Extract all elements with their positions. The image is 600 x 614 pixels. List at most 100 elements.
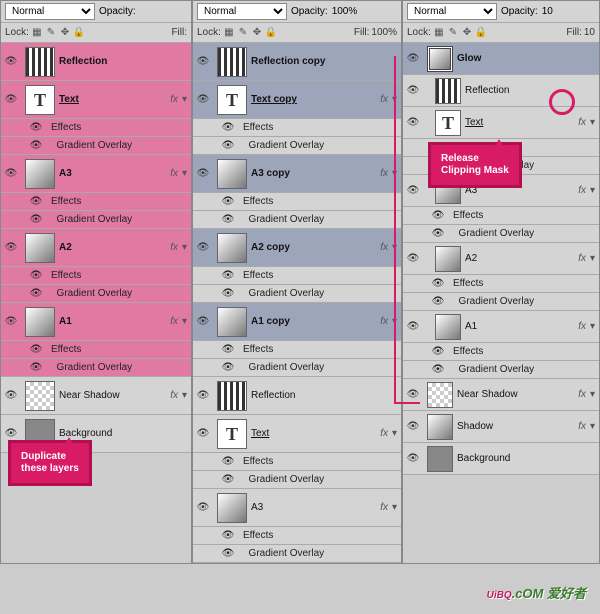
layer-row[interactable]: 👁Reflection copy bbox=[193, 43, 401, 81]
layer-thumbnail[interactable] bbox=[427, 414, 453, 440]
layer-name[interactable]: A2 bbox=[465, 253, 578, 264]
visibility-icon[interactable]: 👁 bbox=[221, 344, 235, 355]
fx-badge[interactable]: fx bbox=[578, 321, 586, 332]
layer-thumbnail[interactable] bbox=[435, 78, 461, 104]
visibility-icon[interactable]: 👁 bbox=[431, 228, 445, 239]
visibility-icon[interactable]: 👁 bbox=[193, 316, 213, 327]
fx-badge[interactable]: fx bbox=[170, 242, 178, 253]
visibility-icon[interactable]: 👁 bbox=[403, 85, 423, 96]
visibility-icon[interactable]: 👁 bbox=[29, 196, 43, 207]
layer-row[interactable]: 👁A1fx▾ bbox=[1, 303, 191, 341]
effect-item-row[interactable]: 👁 Gradient Overlay bbox=[193, 137, 401, 155]
fx-badge[interactable]: fx bbox=[380, 94, 388, 105]
fx-badge[interactable]: fx bbox=[578, 253, 586, 264]
visibility-icon[interactable]: 👁 bbox=[221, 214, 235, 225]
fx-chevron-icon[interactable]: ▾ bbox=[182, 168, 187, 179]
layer-row[interactable]: 👁Background bbox=[403, 443, 599, 475]
layer-name[interactable]: A1 bbox=[465, 321, 578, 332]
layer-row[interactable]: 👁Reflection bbox=[1, 43, 191, 81]
effects-row[interactable]: 👁Effects bbox=[1, 341, 191, 359]
lock-brush-icon[interactable]: ✎ bbox=[45, 27, 57, 39]
effects-row[interactable]: 👁Effects bbox=[193, 341, 401, 359]
layer-name[interactable]: Text bbox=[251, 428, 380, 439]
fx-chevron-icon[interactable]: ▾ bbox=[392, 428, 397, 439]
layer-thumbnail[interactable] bbox=[435, 314, 461, 340]
visibility-icon[interactable]: 👁 bbox=[431, 364, 445, 375]
effect-item-row[interactable]: 👁 Gradient Overlay bbox=[403, 225, 599, 243]
layer-thumbnail[interactable] bbox=[435, 246, 461, 272]
layer-name[interactable]: A2 copy bbox=[251, 242, 380, 253]
visibility-icon[interactable]: 👁 bbox=[193, 502, 213, 513]
lock-all-icon[interactable]: 🔒 bbox=[73, 27, 85, 39]
lock-all-icon[interactable]: 🔒 bbox=[475, 27, 487, 39]
fill-value[interactable]: 100% bbox=[371, 27, 397, 38]
layer-name[interactable]: Text copy bbox=[251, 94, 380, 105]
layer-thumbnail[interactable] bbox=[25, 47, 55, 77]
visibility-icon[interactable]: 👁 bbox=[1, 94, 21, 105]
blend-mode-select[interactable]: Normal bbox=[407, 3, 497, 20]
visibility-icon[interactable]: 👁 bbox=[193, 428, 213, 439]
fx-chevron-icon[interactable]: ▾ bbox=[590, 117, 595, 128]
fx-chevron-icon[interactable]: ▾ bbox=[392, 168, 397, 179]
visibility-icon[interactable]: 👁 bbox=[221, 270, 235, 281]
fx-badge[interactable]: fx bbox=[170, 94, 178, 105]
layer-name[interactable]: A1 copy bbox=[251, 316, 380, 327]
layer-thumbnail[interactable] bbox=[217, 493, 247, 523]
fx-badge[interactable]: fx bbox=[578, 185, 586, 196]
visibility-icon[interactable]: 👁 bbox=[1, 242, 21, 253]
fx-chevron-icon[interactable]: ▾ bbox=[182, 94, 187, 105]
fill-value[interactable]: 10 bbox=[584, 27, 595, 38]
opacity-value[interactable]: 10 bbox=[542, 6, 553, 17]
fx-badge[interactable]: fx bbox=[578, 389, 586, 400]
layer-row[interactable]: 👁TText copyfx▾ bbox=[193, 81, 401, 119]
visibility-icon[interactable]: 👁 bbox=[29, 140, 43, 151]
layer-thumbnail[interactable] bbox=[217, 233, 247, 263]
layer-row[interactable]: 👁A3fx▾ bbox=[193, 489, 401, 527]
layer-thumbnail[interactable] bbox=[217, 381, 247, 411]
visibility-icon[interactable]: 👁 bbox=[193, 168, 213, 179]
fx-chevron-icon[interactable]: ▾ bbox=[182, 242, 187, 253]
visibility-icon[interactable]: 👁 bbox=[193, 390, 213, 401]
fx-badge[interactable]: fx bbox=[380, 168, 388, 179]
layer-row[interactable]: 👁Glow bbox=[403, 43, 599, 75]
layer-row[interactable]: 👁Shadowfx▾ bbox=[403, 411, 599, 443]
fx-chevron-icon[interactable]: ▾ bbox=[392, 316, 397, 327]
visibility-icon[interactable]: 👁 bbox=[403, 321, 423, 332]
layer-thumbnail[interactable] bbox=[25, 159, 55, 189]
effect-item-row[interactable]: 👁 Gradient Overlay bbox=[193, 211, 401, 229]
effect-item-row[interactable]: 👁 Gradient Overlay bbox=[193, 471, 401, 489]
visibility-icon[interactable]: 👁 bbox=[29, 344, 43, 355]
fx-chevron-icon[interactable]: ▾ bbox=[392, 502, 397, 513]
fx-badge[interactable]: fx bbox=[170, 390, 178, 401]
effect-item-row[interactable]: 👁 Gradient Overlay bbox=[193, 359, 401, 377]
fx-chevron-icon[interactable]: ▾ bbox=[590, 185, 595, 196]
lock-move-icon[interactable]: ✥ bbox=[59, 27, 71, 39]
effect-item-row[interactable]: 👁 Gradient Overlay bbox=[1, 137, 191, 155]
layer-thumbnail[interactable]: T bbox=[25, 85, 55, 115]
lock-move-icon[interactable]: ✥ bbox=[251, 27, 263, 39]
effect-item-row[interactable]: 👁 Gradient Overlay bbox=[1, 285, 191, 303]
blend-mode-select[interactable]: Normal bbox=[197, 3, 287, 20]
fx-badge[interactable]: fx bbox=[380, 502, 388, 513]
lock-pixels-icon[interactable]: ▦ bbox=[31, 27, 43, 39]
effects-row[interactable]: 👁Effects bbox=[1, 119, 191, 137]
fx-chevron-icon[interactable]: ▾ bbox=[392, 242, 397, 253]
layer-thumbnail[interactable] bbox=[427, 382, 453, 408]
layer-row[interactable]: 👁A3fx▾ bbox=[1, 155, 191, 193]
visibility-icon[interactable]: 👁 bbox=[221, 140, 235, 151]
visibility-icon[interactable]: 👁 bbox=[1, 316, 21, 327]
fx-badge[interactable]: fx bbox=[380, 316, 388, 327]
lock-all-icon[interactable]: 🔒 bbox=[265, 27, 277, 39]
visibility-icon[interactable]: 👁 bbox=[403, 253, 423, 264]
visibility-icon[interactable]: 👁 bbox=[29, 214, 43, 225]
layer-name[interactable]: Background bbox=[59, 428, 191, 439]
effect-item-row[interactable]: 👁 Gradient Overlay bbox=[403, 361, 599, 379]
layer-thumbnail[interactable] bbox=[25, 233, 55, 263]
fx-chevron-icon[interactable]: ▾ bbox=[182, 390, 187, 401]
fx-badge[interactable]: fx bbox=[170, 168, 178, 179]
effects-row[interactable]: 👁Effects bbox=[193, 267, 401, 285]
visibility-icon[interactable]: 👁 bbox=[431, 210, 445, 221]
layer-thumbnail[interactable] bbox=[217, 307, 247, 337]
blend-mode-select[interactable]: Normal bbox=[5, 3, 95, 20]
layer-name[interactable]: Near Shadow bbox=[457, 389, 578, 400]
